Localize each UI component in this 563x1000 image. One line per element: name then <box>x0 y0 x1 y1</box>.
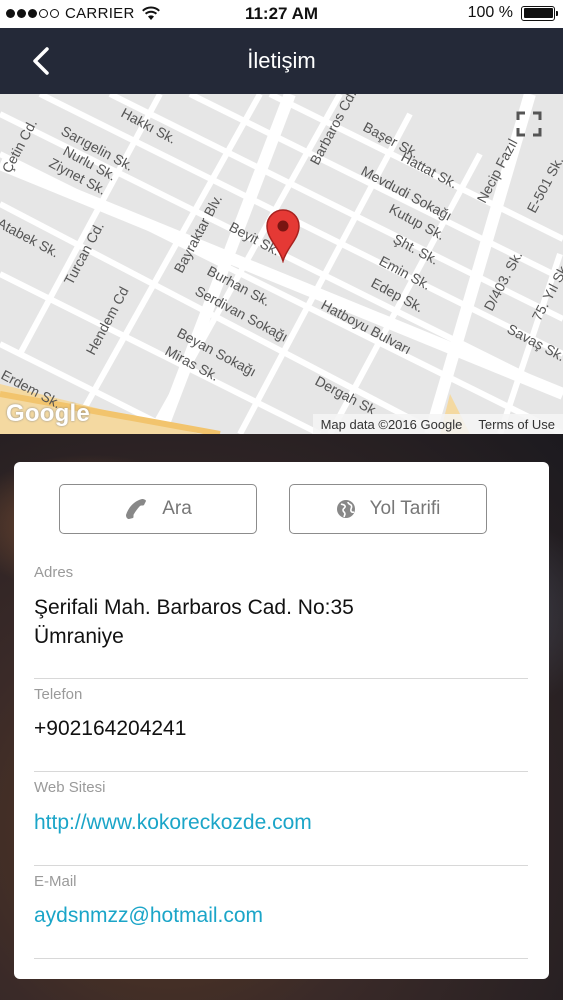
directions-button-label: Yol Tarifi <box>369 498 441 519</box>
page-title: İletişim <box>247 48 316 73</box>
back-button[interactable] <box>24 42 58 80</box>
address-line-1: Şerifali Mah. Barbaros Cad. No:35 <box>34 596 354 619</box>
call-button-label: Ara <box>162 498 192 519</box>
divider <box>34 771 528 772</box>
globe-icon <box>336 500 355 518</box>
website-label: Web Sitesi <box>34 779 106 796</box>
directions-button[interactable]: Yol Tarifi <box>289 484 487 534</box>
divider <box>34 865 528 866</box>
call-button[interactable]: Ara <box>59 484 257 534</box>
battery-icon <box>521 5 558 21</box>
map-pin-icon[interactable] <box>265 209 301 263</box>
map-tiles: Sarıgelin Sk. Nurlu Sk. Ziynet Sk. Çetin… <box>0 94 563 434</box>
email-link[interactable]: aydsnmzz@hotmail.com <box>34 901 263 930</box>
chevron-left-icon <box>33 47 49 75</box>
map-attribution-bar: Map data ©2016 Google Terms of Use <box>312 414 563 434</box>
google-logo: Google <box>6 400 90 427</box>
contact-card: Ara Yol Tarifi Adres Şerifali Mah. Barba… <box>14 462 549 979</box>
divider <box>34 958 528 959</box>
phone-label: Telefon <box>34 686 83 703</box>
map-view[interactable]: Sarıgelin Sk. Nurlu Sk. Ziynet Sk. Çetin… <box>0 94 563 434</box>
website-link[interactable]: http://www.kokoreckozde.com <box>34 808 312 837</box>
battery-percent: 100 % <box>467 4 513 21</box>
address-line-2: Ümraniye <box>34 625 124 648</box>
status-bar: CARRIER 11:27 AM 100 % <box>0 0 563 28</box>
map-attribution: Map data ©2016 Google <box>320 416 463 432</box>
address-label: Adres <box>34 564 74 581</box>
terms-of-use-link[interactable]: Terms of Use <box>478 417 555 432</box>
fullscreen-icon[interactable] <box>515 110 543 138</box>
phone-value[interactable]: +902164204241 <box>34 714 186 743</box>
nav-bar: İletişim <box>0 28 563 94</box>
phone-icon <box>126 499 147 519</box>
status-right: 100 % <box>467 4 558 22</box>
email-label: E-Mail <box>34 873 77 890</box>
divider <box>34 678 528 679</box>
